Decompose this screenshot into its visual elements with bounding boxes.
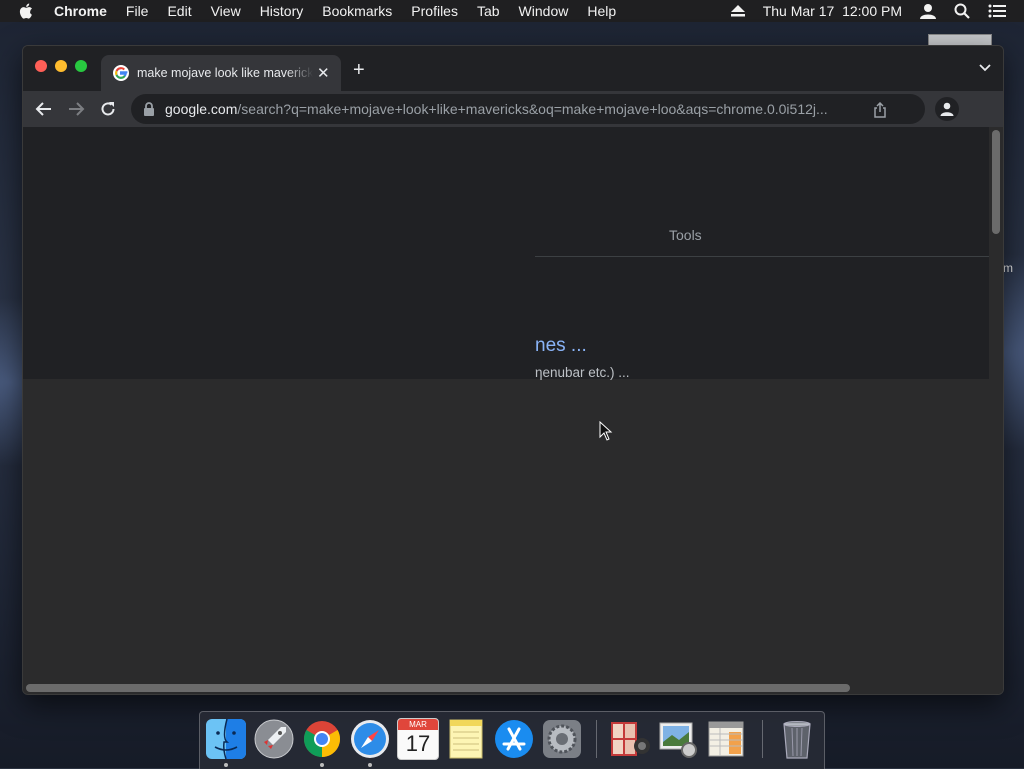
menu-edit[interactable]: Edit [167, 3, 191, 19]
vertical-scrollbar[interactable] [989, 127, 1003, 682]
menu-tab[interactable]: Tab [477, 3, 500, 19]
menu-history[interactable]: History [260, 3, 304, 19]
user-icon[interactable] [920, 3, 936, 19]
safari-compass-icon[interactable] [349, 718, 391, 760]
result-title-link[interactable]: nes ... [535, 335, 587, 357]
finder-icon[interactable] [205, 718, 247, 760]
menu-app-name[interactable]: Chrome [54, 3, 107, 19]
forward-arrow-icon[interactable] [67, 100, 85, 118]
tab-google-search[interactable]: make mojave look like mavericks - Google… [101, 55, 341, 91]
tab-strip: make mojave look like mavericks - Google… [23, 46, 1003, 91]
reload-icon[interactable] [99, 100, 117, 118]
window-zoom-button[interactable] [75, 60, 87, 72]
menu-profiles[interactable]: Profiles [411, 3, 458, 19]
back-arrow-icon[interactable] [35, 100, 53, 118]
results-divider [535, 256, 989, 257]
new-tab-button[interactable]: + [353, 59, 365, 82]
menu-window[interactable]: Window [519, 3, 569, 19]
google-favicon-icon [113, 65, 129, 81]
finder-running-indicator [224, 763, 228, 767]
system-preferences-gear-icon[interactable] [541, 718, 583, 760]
share-icon[interactable] [873, 102, 887, 118]
dock-separator [596, 720, 597, 758]
profile-person-icon [940, 102, 954, 116]
url-path: /search?q=make+mojave+look+like+maverick… [237, 101, 828, 117]
address-bar[interactable]: google.com/search?q=make+mojave+look+lik… [131, 94, 925, 124]
launchpad-rocket-icon[interactable] [253, 718, 295, 760]
window-close-button[interactable] [35, 60, 47, 72]
tab-title: make mojave look like mavericks - Google… [137, 66, 313, 80]
page-content: Tools nes ... ηenubar etc.) ... [23, 127, 989, 682]
dock-separator-trash [762, 720, 763, 758]
photo-booth-icon[interactable] [609, 718, 651, 760]
tools-button[interactable]: Tools [669, 227, 702, 243]
app-store-icon[interactable] [493, 718, 535, 760]
browser-toolbar: google.com/search?q=make+mojave+look+lik… [23, 91, 1003, 127]
chrome-icon[interactable] [301, 718, 343, 760]
window-minimize-button[interactable] [55, 60, 67, 72]
menu-bar: Chrome File Edit View History Bookmarks … [0, 0, 1024, 22]
apple-icon[interactable] [18, 2, 36, 20]
eject-icon[interactable] [730, 5, 745, 17]
horizontal-scrollbar[interactable] [23, 682, 1003, 694]
tab-close-icon[interactable]: ✕ [317, 64, 330, 82]
calendar-icon[interactable]: MAR 17 [397, 718, 439, 760]
desktop-file-label: m [1003, 261, 1013, 275]
profile-avatar-button[interactable] [935, 97, 959, 121]
url-host: google.com [165, 101, 238, 117]
horizontal-scrollbar-thumb[interactable] [26, 684, 850, 692]
safari-running-indicator [368, 763, 372, 767]
mouse-cursor-icon [599, 421, 613, 441]
search-results-area: Tools nes ... ηenubar etc.) ... [23, 127, 989, 380]
result-snippet: ηenubar etc.) ... [535, 365, 630, 380]
tab-search-chevron-down-icon[interactable] [979, 64, 991, 72]
chrome-window: make mojave look like mavericks - Google… [22, 45, 1004, 695]
menu-clock[interactable]: Thu Mar 17 12:00 PM [763, 3, 902, 19]
spotlight-search-icon[interactable] [954, 3, 970, 19]
calendar-day: 17 [405, 731, 431, 756]
notification-center-icon[interactable] [988, 4, 1006, 18]
calendar-month: MAR [398, 719, 438, 730]
menu-bookmarks[interactable]: Bookmarks [322, 3, 392, 19]
dock: MAR 17 [199, 711, 825, 769]
desktop-file-icon[interactable] [928, 34, 992, 45]
vertical-scrollbar-thumb[interactable] [992, 130, 1000, 234]
menu-view[interactable]: View [211, 3, 241, 19]
lock-icon[interactable] [143, 102, 155, 116]
menu-file[interactable]: File [126, 3, 149, 19]
numbers-spreadsheet-icon[interactable] [705, 718, 747, 760]
trash-icon[interactable] [776, 718, 818, 760]
preview-icon[interactable] [657, 718, 699, 760]
menu-help[interactable]: Help [587, 3, 616, 19]
notes-icon[interactable] [445, 718, 487, 760]
chrome-running-indicator [320, 763, 324, 767]
